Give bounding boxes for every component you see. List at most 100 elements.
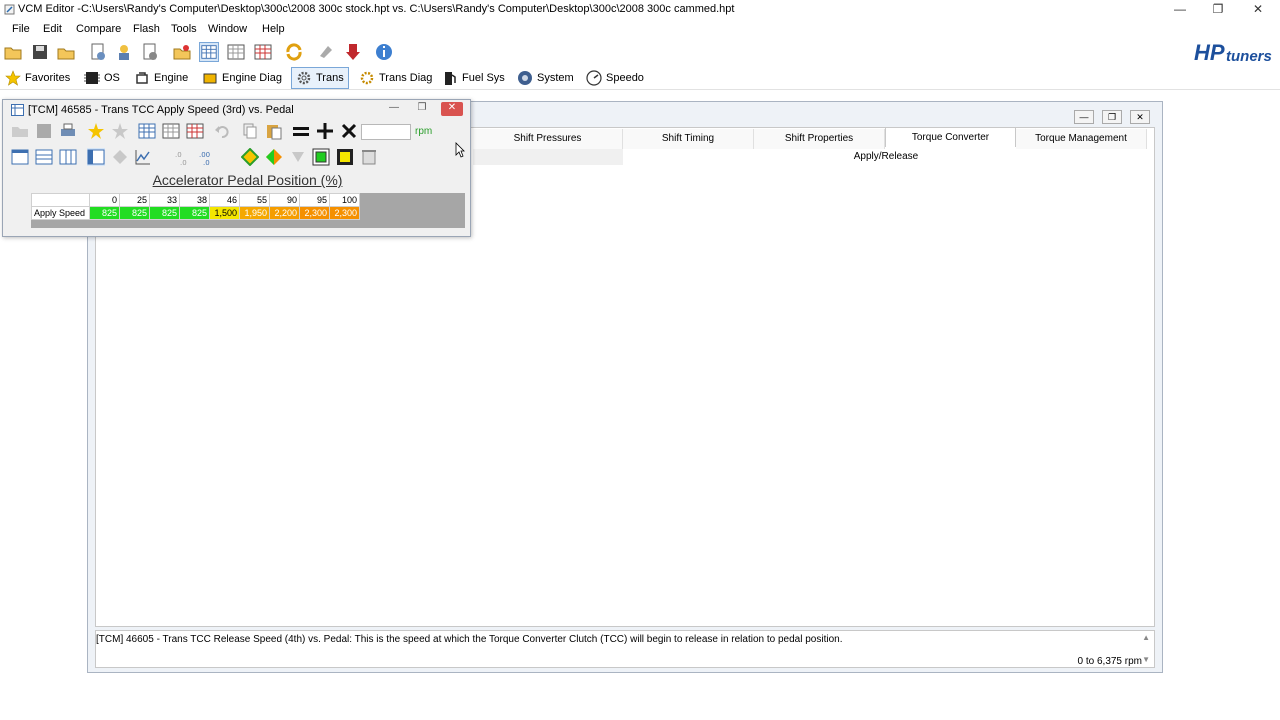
read-icon[interactable] [316, 42, 336, 62]
menu-compare[interactable]: Compare [76, 23, 121, 35]
layout-vertical-icon[interactable] [59, 148, 77, 166]
menu-flash[interactable]: Flash [133, 23, 160, 35]
category-speedo[interactable]: Speedo [582, 67, 648, 89]
grid-view-icon[interactable] [138, 122, 156, 140]
menu-edit[interactable]: Edit [43, 23, 62, 35]
column-header[interactable]: 55 [239, 193, 270, 207]
category-system[interactable]: System [513, 67, 578, 89]
copy-icon[interactable] [241, 122, 259, 140]
table-cell[interactable]: 2,300 [329, 206, 360, 220]
table-cell[interactable]: 825 [149, 206, 180, 220]
column-header[interactable]: 0 [89, 193, 120, 207]
svg-text:.00: .00 [199, 151, 210, 159]
category-os[interactable]: OS [80, 67, 124, 89]
close-button[interactable]: ✕ [1240, 0, 1276, 20]
add-favorite-icon[interactable] [87, 122, 105, 140]
increase-decimal-icon[interactable]: .00.0 [199, 148, 217, 166]
multiply-icon[interactable] [340, 122, 358, 140]
category-favorites[interactable]: Favorites [1, 67, 74, 89]
table-grid-icon[interactable] [226, 42, 246, 62]
menu-help[interactable]: Help [262, 23, 285, 35]
table-restore-button[interactable]: ❐ [411, 102, 433, 116]
unit-value-input[interactable] [361, 124, 411, 140]
file-compare-icon[interactable] [140, 42, 160, 62]
layout-single-icon[interactable] [11, 148, 29, 166]
table-minimize-button[interactable]: — [383, 102, 405, 116]
column-header[interactable]: 46 [209, 193, 240, 207]
column-header[interactable]: 90 [269, 193, 300, 207]
grid-compare-icon[interactable] [162, 122, 180, 140]
select-area-icon[interactable] [312, 148, 330, 166]
fill-color-icon[interactable] [241, 148, 259, 166]
editor-minimize-button[interactable]: — [1074, 110, 1094, 124]
gear-diag-icon [360, 71, 374, 85]
editor-restore-button[interactable]: ❐ [1102, 110, 1122, 124]
open-compare-icon[interactable] [172, 42, 192, 62]
clear-icon[interactable] [360, 148, 378, 166]
table-cell[interactable]: 2,300 [299, 206, 330, 220]
tab-shift-timing[interactable]: Shift Timing [623, 129, 754, 149]
add-icon[interactable] [316, 122, 334, 140]
tab-shift-properties[interactable]: Shift Properties [754, 129, 885, 149]
table-cell[interactable]: 1,950 [239, 206, 270, 220]
menu-tools[interactable]: Tools [171, 23, 197, 35]
table-cell[interactable]: 825 [119, 206, 150, 220]
interpolate-icon[interactable] [289, 148, 307, 166]
open-folder-icon[interactable] [3, 42, 23, 62]
column-header[interactable]: 95 [299, 193, 330, 207]
column-header[interactable]: 25 [119, 193, 150, 207]
subtab-apply-release[interactable]: Apply/Release [623, 150, 1149, 164]
save-icon[interactable] [30, 42, 50, 62]
smooth-icon[interactable] [336, 148, 354, 166]
scroll-down-icon[interactable]: ▼ [1142, 655, 1150, 664]
layout-horizontal-icon[interactable] [35, 148, 53, 166]
scroll-up-icon[interactable]: ▲ [1142, 633, 1150, 642]
column-header[interactable]: 33 [149, 193, 180, 207]
restore-button[interactable]: ❐ [1200, 0, 1236, 20]
decrease-decimal-icon[interactable]: .0.0 [175, 148, 193, 166]
save-table-icon[interactable] [35, 122, 53, 140]
vehicle-info-icon[interactable] [88, 42, 108, 62]
column-header[interactable]: 38 [179, 193, 210, 207]
remove-favorite-icon[interactable] [111, 122, 129, 140]
menu-file[interactable]: File [12, 23, 30, 35]
fill-gradient-icon[interactable] [265, 148, 283, 166]
category-trans[interactable]: Trans [291, 67, 349, 89]
table-row: Apply Speed 825 825 825 825 1,500 1,950 … [31, 206, 360, 220]
table-cell[interactable]: 825 [179, 206, 210, 220]
row-header-apply-speed[interactable]: Apply Speed [31, 206, 90, 220]
write-icon[interactable] [343, 42, 363, 62]
editor-close-button[interactable]: ✕ [1130, 110, 1150, 124]
undo-icon[interactable] [213, 122, 231, 140]
info-icon[interactable] [374, 42, 394, 62]
category-fuel-sys[interactable]: Fuel Sys [438, 67, 509, 89]
table-cell[interactable]: 2,200 [269, 206, 300, 220]
table-compare-icon[interactable] [253, 42, 273, 62]
table-view-icon[interactable] [199, 42, 219, 62]
grid-diff-icon[interactable] [186, 122, 204, 140]
minimize-button[interactable]: — [1162, 0, 1198, 20]
paste-icon[interactable] [265, 122, 283, 140]
table-close-button[interactable]: ✕ [441, 102, 463, 116]
table-cell[interactable]: 825 [89, 206, 120, 220]
column-header[interactable]: 100 [329, 193, 360, 207]
category-label-trans-diag: Trans Diag [379, 72, 433, 84]
tab-torque-management[interactable]: Torque Management [1016, 129, 1147, 149]
info-description: [TCM] 46605 - Trans TCC Release Speed (4… [96, 634, 843, 645]
table-mode-icon[interactable] [87, 148, 105, 166]
open-icon[interactable] [11, 122, 29, 140]
category-trans-diag[interactable]: Trans Diag [355, 67, 436, 89]
equals-icon[interactable] [292, 122, 310, 140]
category-engine[interactable]: Engine [130, 67, 192, 89]
sync-icon[interactable] [284, 42, 304, 62]
tab-torque-converter[interactable]: Torque Converter [885, 127, 1016, 147]
tab-shift-pressures[interactable]: Shift Pressures [473, 129, 623, 149]
category-engine-diag[interactable]: Engine Diag [198, 67, 286, 89]
open-file-icon[interactable] [56, 42, 76, 62]
print-icon[interactable] [59, 122, 77, 140]
diamond-icon[interactable] [111, 148, 129, 166]
menu-window[interactable]: Window [208, 23, 247, 35]
user-search-icon[interactable] [114, 42, 134, 62]
table-cell[interactable]: 1,500 [209, 206, 240, 220]
graph-icon[interactable] [134, 148, 152, 166]
